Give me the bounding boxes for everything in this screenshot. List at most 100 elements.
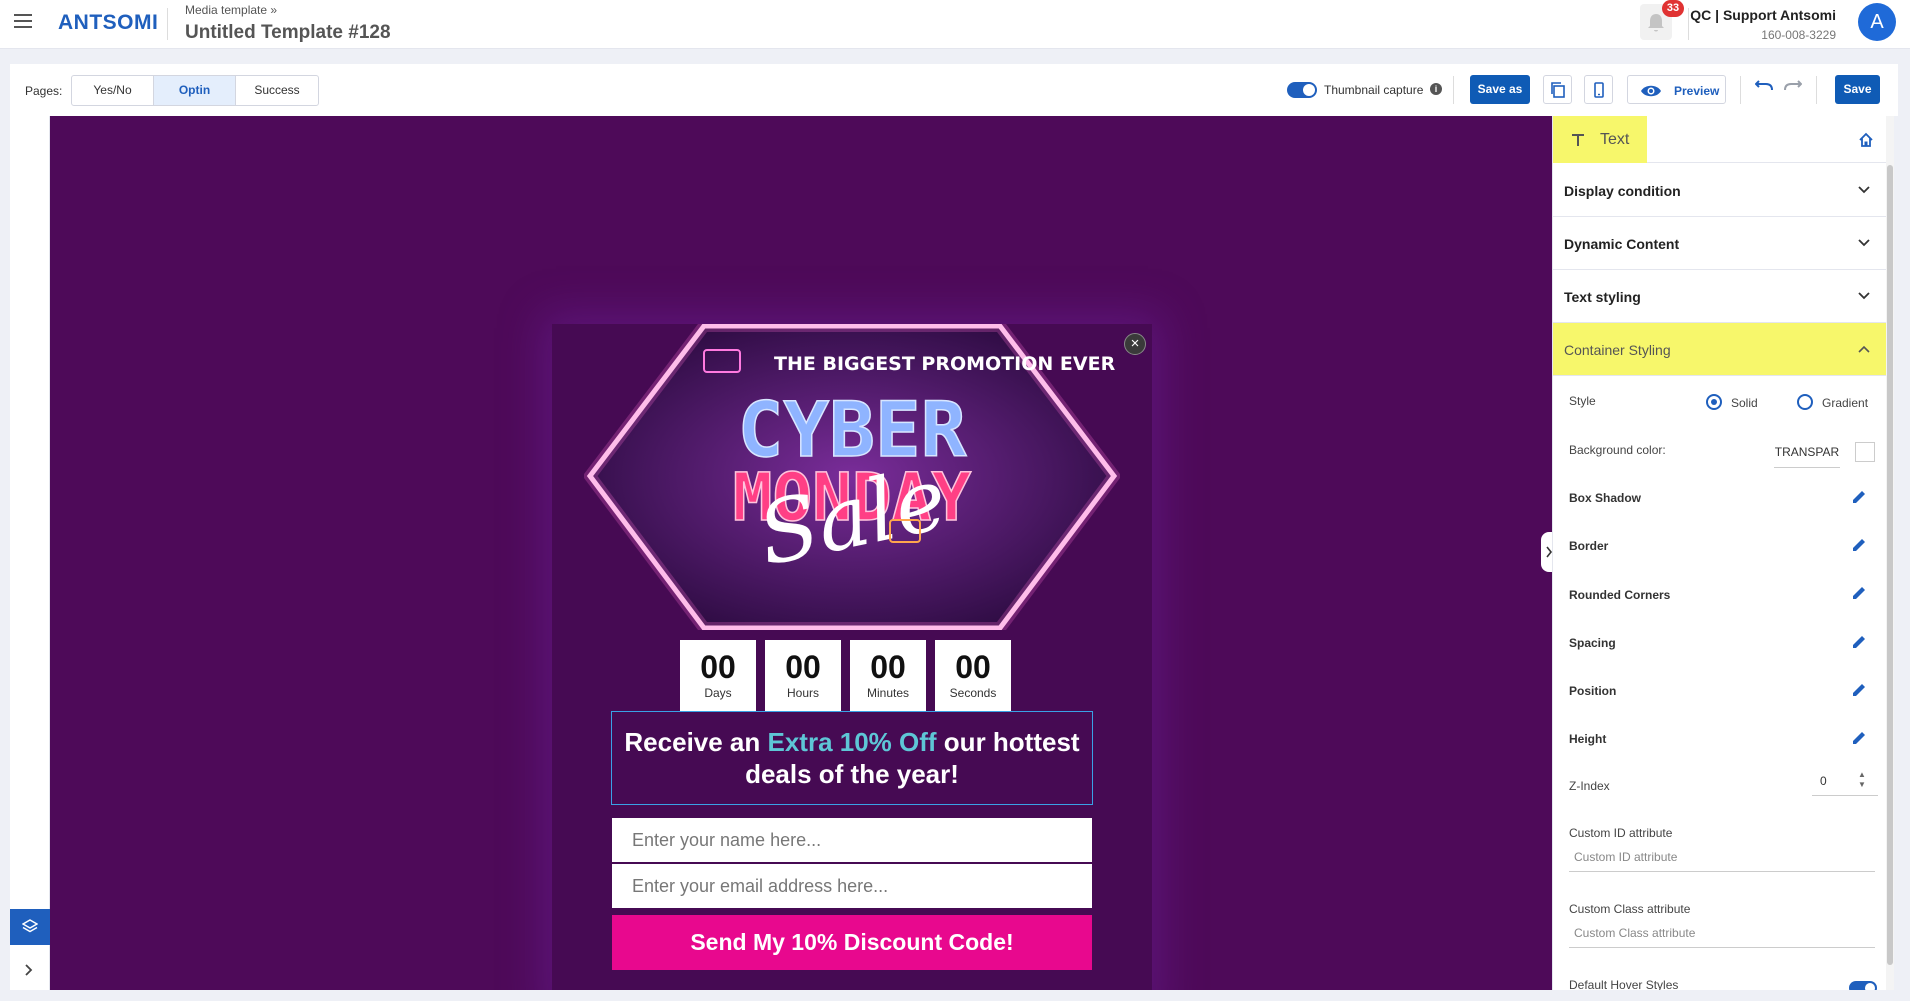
home-icon[interactable] xyxy=(1858,132,1874,148)
save-button[interactable]: Save xyxy=(1835,75,1880,104)
mobile-view-button[interactable] xyxy=(1584,75,1613,104)
preview-label: Preview xyxy=(1674,84,1720,98)
pencil-icon[interactable] xyxy=(1851,634,1867,650)
countdown-label: Minutes xyxy=(866,686,910,700)
chevron-up-icon xyxy=(1858,345,1870,353)
text-tab-label: Text xyxy=(1600,131,1630,148)
name-field[interactable]: Enter your name here... xyxy=(612,818,1092,862)
custom-class-input[interactable]: Custom Class attribute xyxy=(1569,918,1875,948)
chevron-right-icon xyxy=(25,964,33,976)
divider xyxy=(1688,8,1689,40)
avatar[interactable]: A xyxy=(1858,3,1896,41)
chevron-down-icon xyxy=(1858,239,1870,247)
template-title[interactable]: Untitled Template #128 xyxy=(185,22,391,44)
panel-scrollbar-thumb[interactable] xyxy=(1887,165,1893,965)
cyber-monday-hero-image[interactable]: THE BIGGEST PROMOTION EVER CYBER MONDAY … xyxy=(584,324,1120,630)
countdown-days: 00 Days xyxy=(680,640,756,712)
headline-text: Receive an xyxy=(624,727,768,757)
box-shadow-label: Box Shadow xyxy=(1569,491,1642,505)
editor-toolbar: Pages: Yes/No Optin Success Thumbnail ca… xyxy=(10,64,1898,116)
email-field[interactable]: Enter your email address here... xyxy=(612,864,1092,908)
countdown-seconds: 00 Seconds xyxy=(935,640,1011,712)
copy-icon xyxy=(1551,82,1565,98)
top-bar: ANTSOMI Media template » Untitled Templa… xyxy=(0,0,1910,49)
position-label: Position xyxy=(1569,684,1617,698)
section-dynamic-content[interactable]: Dynamic Content xyxy=(1553,217,1892,270)
divider xyxy=(167,8,168,40)
default-hover-styles-toggle[interactable] xyxy=(1849,981,1877,990)
mobile-icon xyxy=(1594,82,1604,98)
radio-solid[interactable] xyxy=(1706,394,1722,410)
layers-button[interactable] xyxy=(10,909,50,945)
user-phone: 160-008-3229 xyxy=(1761,28,1836,42)
section-label: Container Styling xyxy=(1564,342,1671,358)
zindex-label: Z-Index xyxy=(1569,779,1610,793)
background-color-label: Background color: xyxy=(1569,443,1666,457)
countdown-label: Hours xyxy=(786,686,819,700)
properties-panel: Text Display condition Dynamic Content T… xyxy=(1552,116,1892,990)
radio-gradient-label: Gradient xyxy=(1822,396,1869,410)
text-type-icon xyxy=(1572,134,1584,146)
section-label: Text styling xyxy=(1564,289,1641,305)
hamburger-menu-icon[interactable] xyxy=(14,14,32,28)
section-label: Display condition xyxy=(1564,183,1681,199)
hero-top-text: THE BIGGEST PROMOTION EVER xyxy=(774,353,1116,375)
countdown-hours: 00 Hours xyxy=(765,640,841,712)
text-element-tab[interactable]: Text xyxy=(1553,116,1647,163)
pencil-icon[interactable] xyxy=(1851,585,1867,601)
pencil-icon[interactable] xyxy=(1851,682,1867,698)
tab-optin[interactable]: Optin xyxy=(154,76,236,105)
antsomi-logo[interactable]: ANTSOMI xyxy=(58,11,158,35)
thumbnail-capture-label: Thumbnail capture xyxy=(1324,83,1424,97)
chevron-down-icon xyxy=(1858,186,1870,194)
divider xyxy=(1453,76,1454,104)
background-color-input[interactable]: TRANSPAR xyxy=(1774,436,1840,468)
radio-solid-label: Solid xyxy=(1731,396,1758,410)
bell-icon xyxy=(1648,14,1664,32)
editor-canvas[interactable]: THE BIGGEST PROMOTION EVER CYBER MONDAY … xyxy=(50,116,1552,990)
page-tabs: Yes/No Optin Success xyxy=(71,75,319,106)
pencil-icon[interactable] xyxy=(1851,537,1867,553)
pages-label: Pages: xyxy=(25,84,63,98)
radio-gradient[interactable] xyxy=(1797,394,1813,410)
rounded-corners-label: Rounded Corners xyxy=(1569,588,1671,602)
custom-id-label: Custom ID attribute xyxy=(1569,826,1673,840)
pencil-icon[interactable] xyxy=(1851,730,1867,746)
panel-header: Text xyxy=(1553,116,1892,163)
countdown-minutes: 00 Minutes xyxy=(850,640,926,712)
pencil-icon[interactable] xyxy=(1851,489,1867,505)
countdown-label: Seconds xyxy=(949,686,997,700)
section-display-condition[interactable]: Display condition xyxy=(1553,164,1892,217)
tab-yes-no[interactable]: Yes/No xyxy=(72,76,154,105)
default-hover-styles-label: Default Hover Styles xyxy=(1569,978,1679,990)
section-text-styling[interactable]: Text styling xyxy=(1553,270,1892,323)
color-swatch[interactable] xyxy=(1855,442,1875,462)
preview-button[interactable]: Preview xyxy=(1627,75,1726,104)
expand-panel-button[interactable] xyxy=(10,956,50,986)
selected-text-block[interactable]: Receive an Extra 10% Off our hottest dea… xyxy=(611,711,1093,805)
undo-icon[interactable] xyxy=(1755,78,1773,92)
custom-id-input[interactable]: Custom ID attribute xyxy=(1569,842,1875,872)
custom-class-label: Custom Class attribute xyxy=(1569,902,1691,916)
headline-accent: Extra 10% Off xyxy=(767,727,937,757)
send-discount-code-button[interactable]: Send My 10% Discount Code! xyxy=(612,915,1092,970)
info-icon[interactable]: i xyxy=(1430,83,1442,95)
breadcrumb[interactable]: Media template » xyxy=(185,3,277,17)
section-container-styling[interactable]: Container Styling xyxy=(1553,323,1892,376)
zindex-stepper[interactable]: ▲ ▼ xyxy=(1858,770,1868,794)
save-as-button[interactable]: Save as xyxy=(1470,75,1530,104)
duplicate-button[interactable] xyxy=(1543,75,1572,104)
zindex-input[interactable]: 0 xyxy=(1812,766,1878,796)
thumbnail-capture-toggle[interactable] xyxy=(1287,82,1317,98)
popup-template[interactable]: THE BIGGEST PROMOTION EVER CYBER MONDAY … xyxy=(552,324,1152,990)
left-rail xyxy=(10,116,50,990)
layers-icon xyxy=(22,919,38,933)
close-icon[interactable]: × xyxy=(1124,333,1146,355)
chevron-down-icon xyxy=(1858,292,1870,300)
tab-success[interactable]: Success xyxy=(236,76,318,105)
countdown-value: 00 xyxy=(870,649,906,685)
spacing-label: Spacing xyxy=(1569,636,1616,650)
divider xyxy=(1740,76,1741,104)
countdown-timer: 00 Days 00 Hours 00 Minutes 00 Seconds xyxy=(680,640,1020,712)
redo-icon[interactable] xyxy=(1784,78,1802,92)
